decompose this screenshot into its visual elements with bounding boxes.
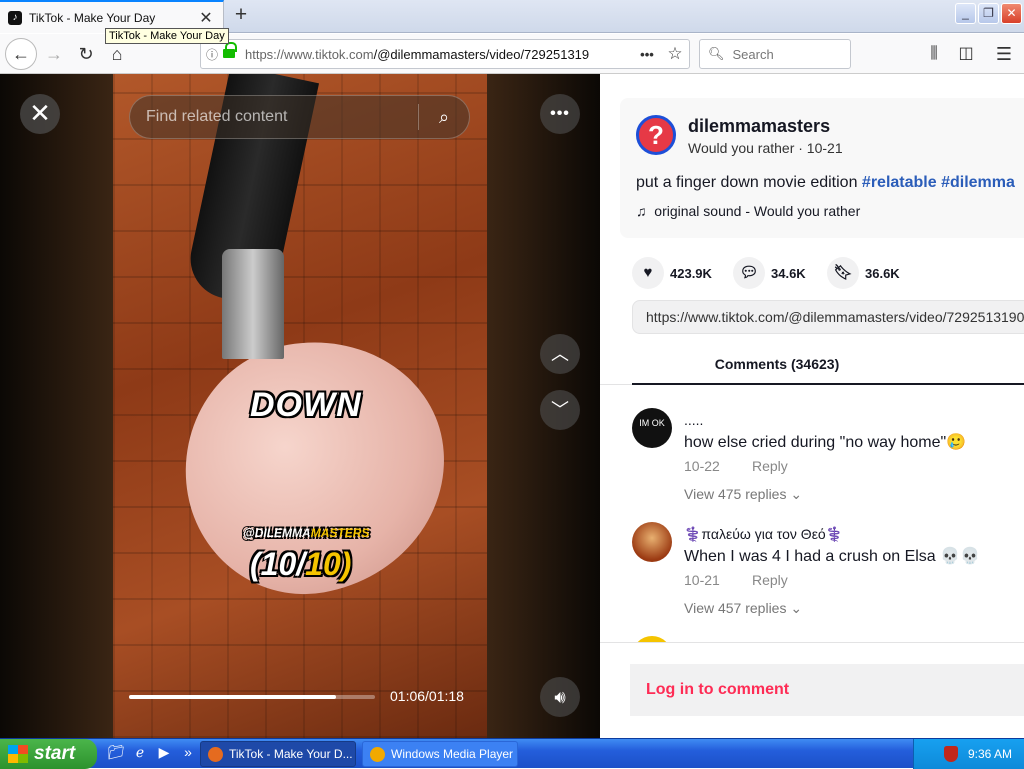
comment-icon: 💬︎ [733,257,765,289]
hashtag-link[interactable]: #dilemma [941,174,1015,191]
search-input[interactable]: 🔍︎ Search [699,39,851,69]
new-tab-button[interactable]: + [228,4,254,28]
bookmark-star-icon[interactable]: ☆ [661,44,689,64]
share-url-field[interactable]: https://www.tiktok.com/@dilemmamasters/v… [632,300,1024,334]
heart-icon: ♥ [632,257,664,289]
page-actions-icon[interactable]: ••• [633,47,661,62]
volume-button[interactable]: 🔊︎ [540,677,580,717]
login-to-comment-button[interactable]: Log in to comment [630,664,1024,716]
comment-date: 10-22 [684,458,720,474]
minimize-window-button[interactable]: _ [955,3,976,24]
clock: 9:36 AM [968,747,1013,761]
windows-taskbar: start 📁︎ ℯ ▶ » TikTok - Make Your D... W… [0,738,1024,769]
site-info-icon[interactable]: ⓘ [201,46,223,63]
media-player-icon[interactable]: ▶ [154,744,174,764]
post-info-card: ? dilemmamasters Would you rather · 10-2… [620,98,1024,238]
internet-explorer-icon[interactable]: ℯ [130,744,150,764]
view-replies-button[interactable]: View 457 replies ⌄ [684,600,802,617]
tab-comments[interactable]: Comments (34623) [632,356,1024,372]
search-placeholder: Search [732,46,774,62]
author-username[interactable]: dilemmamasters [688,116,830,137]
hashtag-link[interactable]: #relatable [862,174,937,191]
video-progress-bar[interactable] [129,695,375,699]
close-video-button[interactable]: ✕ [20,94,60,134]
restore-window-button[interactable]: ❐ [978,3,999,24]
post-description: put a finger down movie edition #relatab… [636,174,1015,191]
commenter-username[interactable]: ⚕️παλεύω για τον Θεό⚕️ [684,526,843,543]
view-replies-button[interactable]: View 475 replies ⌄ [684,486,802,503]
video-background-left [0,74,113,738]
close-tab-icon[interactable]: ✕ [197,8,215,28]
music-link[interactable]: ♫ original sound - Would you rather [636,203,860,219]
forward-button[interactable]: → [40,40,68,68]
like-button[interactable]: ♥ 423.9K [632,257,712,289]
music-note-icon: ♫ [636,203,647,219]
taskbar-item-media-player[interactable]: Windows Media Player [362,741,518,767]
chevron-down-icon: ⌄ [790,486,803,502]
media-player-icon [370,747,385,762]
lock-icon [223,42,239,60]
video-time: 01:06/01:18 [390,688,464,704]
commenter-username[interactable]: ..... [684,412,703,428]
comment-button[interactable]: 💬︎ 34.6K [733,257,806,289]
tab-tooltip: TikTok - Make Your Day [105,28,229,44]
windows-logo-icon [8,745,28,763]
fork-image [222,249,284,359]
bookmark-icon: 🔖︎ [827,257,859,289]
author-avatar[interactable]: ? [636,115,676,155]
find-related-search[interactable]: Find related content ⌕ [129,95,470,139]
library-icon[interactable]: ⫼ [920,40,948,68]
commenter-avatar[interactable] [632,522,672,562]
close-window-button[interactable]: ✕ [1001,3,1022,24]
back-button[interactable]: ← [5,38,37,70]
video-watermark: @DILEMMAMASTERS [243,526,370,540]
video-player[interactable]: DOWN @DILEMMAMASTERS (10/10) ✕ Find rela… [0,74,600,738]
login-bar: Log in to comment [600,642,1024,738]
comment-text: how else cried during "no way home"🥲 [684,434,967,451]
address-bar[interactable]: ⓘ https://www.tiktok.com/@dilemmamasters… [200,39,690,69]
chevron-down-icon: ⌄ [790,600,803,616]
reply-button[interactable]: Reply [752,458,788,474]
start-button[interactable]: start [0,739,97,769]
chevron-right-icon[interactable]: » [178,744,198,764]
tab-active-underline [632,383,1024,385]
author-nickname-date: Would you rather · 10-21 [688,140,843,156]
reply-button[interactable]: Reply [752,572,788,588]
menu-hamburger-icon[interactable]: ☰ [990,40,1018,68]
save-button[interactable]: 🔖︎ 36.6K [827,257,900,289]
more-options-button[interactable]: ••• [540,94,580,134]
system-tray: 9:36 AM [913,739,1024,769]
home-button[interactable]: ⌂ [103,40,131,68]
search-icon[interactable]: ⌕ [419,107,469,128]
video-overlay-word: DOWN [250,386,362,424]
folder-icon[interactable]: 📁︎ [106,744,126,764]
firefox-icon [208,747,223,762]
comment-date: 10-21 [684,572,720,588]
url-text[interactable]: https://www.tiktok.com/@dilemmamasters/v… [245,47,633,62]
video-counter: (10/10) [250,546,352,582]
search-icon: 🔍︎ [708,46,725,61]
previous-video-button[interactable]: ︿ [540,334,580,374]
tiktok-favicon-icon: ♪ [8,10,22,25]
quick-launch: 📁︎ ℯ ▶ » [106,744,198,764]
video-progress-fill [129,695,336,699]
sidebar-toggle-icon[interactable]: ◫ [952,40,980,68]
taskbar-item-firefox[interactable]: TikTok - Make Your D... [200,741,356,767]
find-related-input[interactable]: Find related content [130,108,418,126]
next-video-button[interactable]: ﹀ [540,390,580,430]
tab-title: TikTok - Make Your Day [29,10,156,25]
reload-button[interactable]: ↻ [72,40,100,68]
comment-text: When I was 4 I had a crush on Elsa 💀💀 [684,548,980,565]
security-shield-icon[interactable] [944,746,958,762]
commenter-avatar[interactable]: IM OK [632,408,672,448]
post-details-panel: ? dilemmamasters Would you rather · 10-2… [600,74,1024,738]
